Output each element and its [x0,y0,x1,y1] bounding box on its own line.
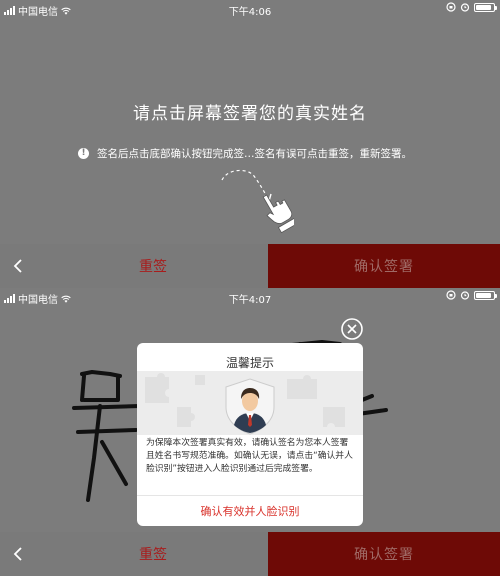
bottom-action-bar: 重签 确认签署 [0,532,500,576]
signature-screen-confirm-dialog[interactable]: 中国电信 下午4:07 温馨提示 为保障本次签署真实有效，请确认签名为您本人签署… [0,288,500,576]
resign-button[interactable]: 重签 [36,532,270,576]
sign-instruction-title: 请点击屏幕签署您的真实姓名 [133,104,367,124]
dialog-title: 温馨提示 [225,356,274,370]
pointing-hand-icon [221,169,294,234]
status-right [446,2,497,12]
sign-instruction-subtitle: ! 签名后点击底部确认按钮完成签…签名有误可点击重签，重新签署。 [78,146,412,161]
tips-dialog: 温馨提示 为保障本次签署真实有效，请确认签名为您本人签署且姓名书写规范准确。如确… [137,343,363,526]
status-bar: 中国电信 下午4:06 [0,0,500,18]
dialog-body-text: 为保障本次签署真实有效，请确认签名为您本人签署且姓名书写规范准确。如确认无误，请… [146,438,353,474]
status-time: 下午4:06 [228,7,272,18]
close-circle-icon[interactable] [341,318,363,340]
alarm-icon [460,3,470,12]
rotation-lock-icon [446,2,456,12]
battery-icon [474,2,497,12]
confirm-sign-button[interactable]: 确认签署 [268,532,500,576]
chevron-left-icon [13,547,22,561]
bottom-action-bar: 重签 确认签署 [0,244,500,288]
back-button[interactable] [0,244,36,288]
confirm-sign-button[interactable]: 确认签署 [268,244,500,288]
confirm-face-recognition-button[interactable]: 确认有效并人脸识别 [137,496,363,526]
dialog-banner [137,371,363,435]
info-icon: ! [78,148,89,159]
chevron-left-icon [13,259,22,273]
resign-button[interactable]: 重签 [36,244,270,288]
signature-screen-instructions[interactable]: 中国电信 下午4:06 请点击屏幕签署您的真实姓名 ! 签名后点击底部确认按钮完… [0,0,500,288]
business-man-shield-icon [225,378,275,435]
back-button[interactable] [0,532,36,576]
sign-instruction-subtitle-text: 签名后点击底部确认按钮完成签…签名有误可点击重签，重新签署。 [97,148,412,160]
